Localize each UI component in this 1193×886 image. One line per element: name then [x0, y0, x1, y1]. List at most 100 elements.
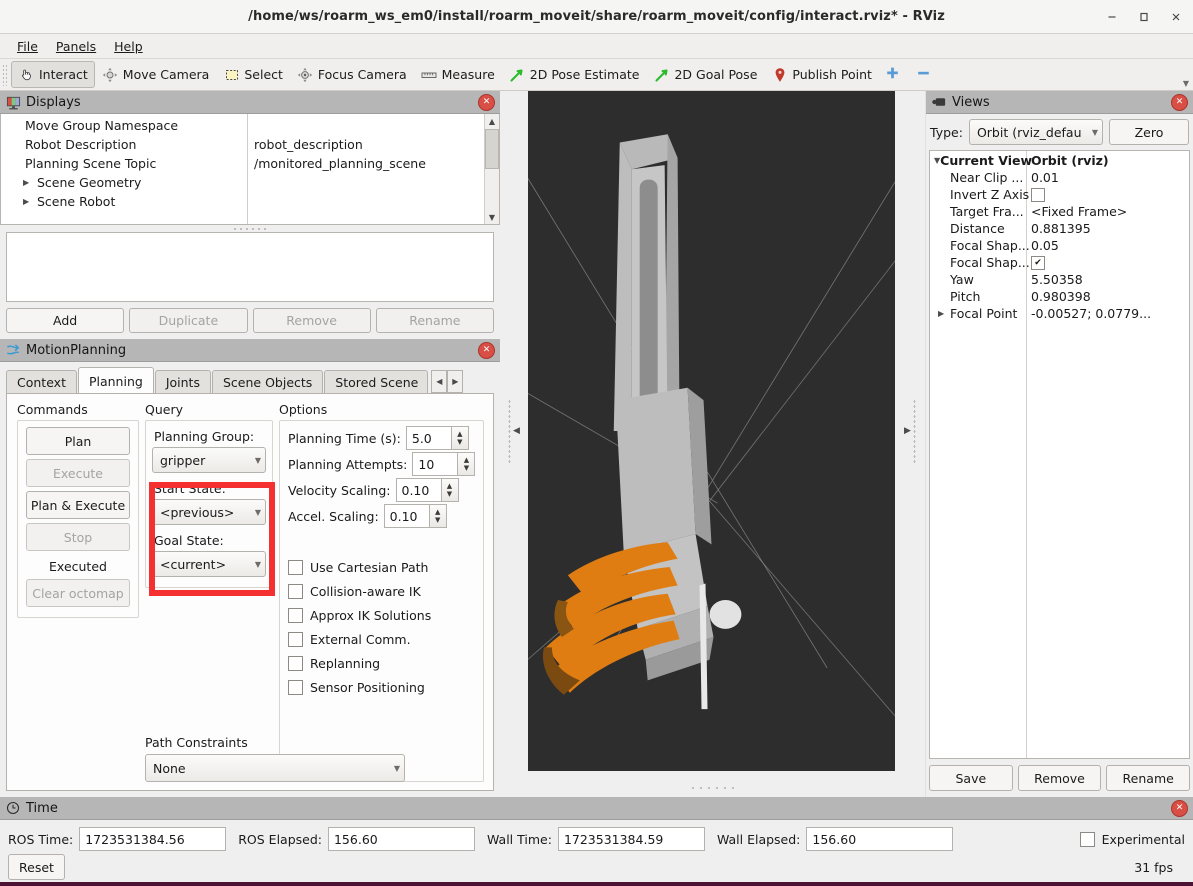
views-tree-row[interactable]: Focal Shap... — [930, 237, 1030, 254]
save-button[interactable]: Save — [929, 765, 1013, 791]
tab-stored-scene[interactable]: Stored Scene — [324, 370, 429, 394]
chevron-right-icon[interactable]: ▶ — [23, 197, 37, 206]
use-cartesian-path-checkbox[interactable] — [288, 559, 303, 575]
collapse-left-icon[interactable]: ◀ — [513, 426, 520, 436]
stepper-up-icon[interactable]: ▲ — [464, 457, 469, 464]
collapse-right-icon[interactable]: ▶ — [904, 426, 911, 436]
approx-ik-solutions-row[interactable]: Approx IK Solutions — [288, 603, 475, 627]
velocity-scaling-value[interactable]: 0.10 — [395, 478, 441, 502]
views-property-tree[interactable]: ▼ Current View Near Clip ... Invert Z Axi… — [929, 150, 1190, 759]
planning-group-select[interactable]: gripper ▼ — [152, 447, 266, 473]
chevron-right-icon[interactable]: ▶ — [938, 309, 950, 318]
accel-scaling-stepper[interactable]: 0.10 ▲ ▼ — [383, 504, 447, 528]
scroll-down-icon[interactable]: ▼ — [486, 211, 498, 223]
tree-row-value[interactable]: robot_description — [248, 135, 484, 154]
bottom-splitter[interactable] — [500, 787, 925, 789]
tab-scroll-right-icon[interactable]: ▶ — [447, 369, 464, 393]
invert-z-axis-checkbox[interactable] — [1031, 187, 1045, 202]
tool-2d-goal-pose[interactable]: 2D Goal Pose — [646, 61, 764, 88]
views-tree-row[interactable]: ▼ Current View — [930, 152, 1032, 169]
views-tree-row-value[interactable]: 0.05 — [1027, 237, 1189, 254]
collision-aware-ik-checkbox[interactable] — [288, 583, 303, 599]
goal-state-select[interactable]: <current> ▼ — [152, 551, 266, 577]
stepper-arrows[interactable]: ▲ ▼ — [440, 478, 459, 502]
minus-icon[interactable] — [916, 66, 931, 84]
external-comm-checkbox[interactable] — [288, 631, 303, 647]
views-tree-row[interactable]: Yaw — [930, 271, 1026, 288]
chevron-right-icon[interactable]: ▶ — [23, 178, 37, 187]
stepper-up-icon[interactable]: ▲ — [447, 483, 452, 490]
planning-attempts-value[interactable]: 10 — [412, 452, 458, 476]
tree-row[interactable]: Planning Scene Topic — [1, 154, 247, 173]
plan-and-execute-button[interactable]: Plan & Execute — [26, 491, 130, 519]
sensor-positioning-row[interactable]: Sensor Positioning — [288, 675, 475, 699]
right-splitter[interactable]: ▶ — [895, 91, 925, 771]
maximize-icon[interactable] — [1133, 6, 1155, 28]
tool-publish-point[interactable]: Publish Point — [764, 61, 879, 88]
views-tree-row[interactable]: Near Clip ... — [930, 169, 1026, 186]
tab-scene-objects[interactable]: Scene Objects — [211, 370, 324, 394]
close-icon[interactable]: ✕ — [1171, 93, 1188, 111]
planning-time-stepper[interactable]: 5.0 ▲ ▼ — [405, 426, 469, 450]
replanning-checkbox[interactable] — [288, 655, 303, 671]
rename-button[interactable]: Rename — [1106, 765, 1191, 791]
remove-button[interactable]: Remove — [1017, 765, 1102, 791]
displays-splitter[interactable] — [0, 225, 500, 232]
scrollbar-thumb[interactable] — [485, 129, 499, 169]
ros-time-input[interactable]: 1723531384.56 — [79, 827, 227, 851]
accel-scaling-value[interactable]: 0.10 — [383, 504, 429, 528]
plan-button[interactable]: Plan — [26, 427, 130, 455]
stepper-down-icon[interactable]: ▼ — [435, 517, 440, 524]
close-icon[interactable]: ✕ — [1171, 799, 1188, 817]
tree-row[interactable]: ▶ Scene Geometry — [1, 173, 247, 192]
plus-icon[interactable] — [885, 66, 900, 84]
tab-context[interactable]: Context — [6, 370, 77, 394]
stepper-arrows[interactable]: ▲ ▼ — [428, 504, 447, 528]
chevron-down-icon[interactable]: ▼ — [1183, 79, 1189, 88]
tab-planning[interactable]: Planning — [77, 367, 154, 394]
replanning-row[interactable]: Replanning — [288, 651, 475, 675]
tab-scroll-left-icon[interactable]: ◀ — [431, 369, 448, 393]
sensor-positioning-checkbox[interactable] — [288, 679, 303, 695]
use-cartesian-path-row[interactable]: Use Cartesian Path — [288, 555, 475, 579]
displays-tree[interactable]: Move Group Namespace Robot Description P… — [0, 114, 500, 225]
tool-select[interactable]: Select — [216, 61, 290, 88]
stepper-down-icon[interactable]: ▼ — [464, 465, 469, 472]
tree-row[interactable]: ▶ Scene Robot — [1, 192, 247, 211]
tree-row[interactable]: Move Group Namespace — [1, 116, 247, 135]
start-state-select[interactable]: <previous> ▼ — [152, 499, 266, 525]
menu-help[interactable]: Help — [105, 37, 152, 56]
menu-file[interactable]: File — [8, 37, 47, 56]
tool-measure[interactable]: Measure — [414, 61, 502, 88]
displays-scrollbar[interactable]: ▲ ▼ — [484, 114, 499, 224]
path-constraints-select[interactable]: None ▼ — [145, 754, 405, 782]
tree-row-value[interactable]: /monitored_planning_scene — [248, 154, 484, 173]
experimental-checkbox[interactable] — [1079, 831, 1095, 847]
views-tree-row[interactable]: Pitch — [930, 288, 1026, 305]
ros-elapsed-input[interactable]: 156.60 — [327, 827, 475, 851]
tool-focus-camera[interactable]: Focus Camera — [290, 61, 414, 88]
approx-ik-solutions-checkbox[interactable] — [288, 607, 303, 623]
tool-interact[interactable]: Interact — [11, 61, 95, 88]
views-tree-row-value[interactable]: <Fixed Frame> — [1027, 203, 1189, 220]
views-tree-row-value[interactable]: -0.00527; 0.0779... — [1027, 305, 1189, 322]
collision-aware-ik-row[interactable]: Collision-aware IK — [288, 579, 475, 603]
tool-move-camera[interactable]: Move Camera — [95, 61, 217, 88]
close-icon[interactable]: ✕ — [478, 93, 495, 111]
views-tree-row-value[interactable]: 0.01 — [1027, 169, 1189, 186]
close-icon[interactable]: ✕ — [478, 341, 495, 359]
add-button[interactable]: Add — [6, 308, 125, 333]
views-tree-row[interactable]: Invert Z Axis — [930, 186, 1029, 203]
external-comm-row[interactable]: External Comm. — [288, 627, 475, 651]
stepper-up-icon[interactable]: ▲ — [457, 431, 462, 438]
stepper-arrows[interactable]: ▲ ▼ — [450, 426, 469, 450]
wall-elapsed-input[interactable]: 156.60 — [806, 827, 954, 851]
menu-panels[interactable]: Panels — [47, 37, 105, 56]
minimize-icon[interactable] — [1101, 6, 1123, 28]
stepper-down-icon[interactable]: ▼ — [447, 491, 452, 498]
planning-time-value[interactable]: 5.0 — [405, 426, 451, 450]
planning-attempts-stepper[interactable]: 10 ▲ ▼ — [412, 452, 476, 476]
scroll-up-icon[interactable]: ▲ — [486, 115, 498, 127]
stepper-down-icon[interactable]: ▼ — [457, 439, 462, 446]
toolbar-grip[interactable] — [2, 63, 9, 86]
